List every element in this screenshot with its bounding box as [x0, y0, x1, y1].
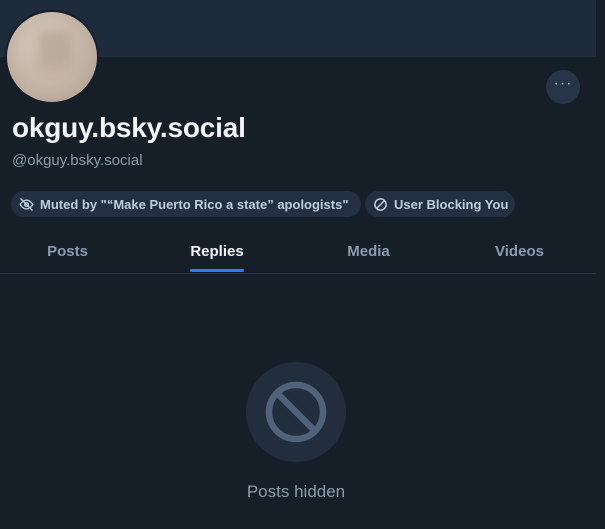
empty-state-icon-container: [246, 362, 346, 462]
blocking-label-badge[interactable]: User Blocking You: [365, 191, 515, 217]
profile-page: ··· okguy.bsky.social @okguy.bsky.social…: [0, 0, 605, 529]
muted-label-text: Muted by "“Make Puerto Rico a state” apo…: [40, 196, 349, 212]
eye-slash-icon: [19, 197, 34, 211]
tab-label: Media: [347, 243, 390, 260]
ellipsis-icon: ···: [553, 75, 573, 92]
tab-label: Videos: [495, 243, 544, 260]
profile-tabs: Posts Replies Media Videos: [0, 230, 596, 274]
tab-replies[interactable]: Replies: [190, 230, 244, 273]
active-tab-indicator: [190, 269, 244, 272]
muted-label-badge[interactable]: Muted by "“Make Puerto Rico a state” apo…: [11, 191, 361, 217]
tab-media[interactable]: Media: [318, 230, 419, 273]
tab-label: Replies: [190, 243, 244, 260]
tab-videos[interactable]: Videos: [469, 230, 570, 273]
tab-posts[interactable]: Posts: [17, 230, 118, 273]
empty-state-message: Posts hidden: [246, 482, 346, 501]
more-options-button[interactable]: ···: [546, 70, 580, 104]
ban-icon: [265, 381, 327, 443]
tab-label: Posts: [47, 243, 88, 260]
blocking-label-text: User Blocking You: [394, 196, 509, 212]
scrollbar-gutter: [596, 0, 605, 529]
avatar[interactable]: [7, 12, 97, 102]
display-name: okguy.bsky.social: [12, 112, 246, 143]
avatar-blur-shape: [19, 64, 79, 94]
block-icon: [374, 197, 387, 211]
profile-handle: @okguy.bsky.social: [12, 152, 143, 169]
